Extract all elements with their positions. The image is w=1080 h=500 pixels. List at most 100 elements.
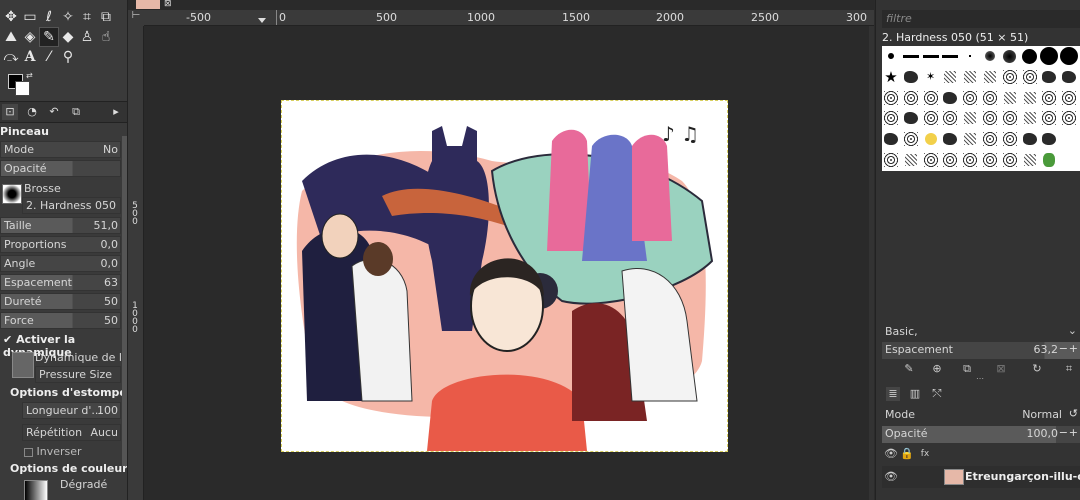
brush-thumbnail[interactable]: [1021, 129, 1039, 149]
layer-visibility-icon[interactable]: 👁: [884, 470, 898, 484]
image-tab-thumbnail[interactable]: ⊠: [136, 0, 176, 10]
opacity-slider[interactable]: Opacité: [0, 160, 121, 177]
brush-thumbnail[interactable]: [961, 46, 979, 66]
text-tool-icon[interactable]: A: [21, 48, 39, 66]
brush-thumbnail[interactable]: [1001, 88, 1019, 108]
brush-preview[interactable]: [2, 184, 22, 204]
fade-length-field[interactable]: Longueur d'... 100: [22, 402, 121, 419]
invert-checkbox[interactable]: Inverser: [24, 445, 82, 458]
spacing-slider[interactable]: Espacement 63: [0, 274, 121, 291]
swap-colors-icon[interactable]: ⇄: [26, 71, 33, 80]
paintbrush-tool-icon[interactable]: ✎: [39, 27, 59, 47]
chevron-down-icon[interactable]: ⌄: [1068, 324, 1077, 337]
brush-thumbnail[interactable]: [941, 150, 959, 170]
dynamics-select[interactable]: Pressure Size: [35, 366, 121, 383]
brush-thumbnail[interactable]: [1021, 88, 1039, 108]
zoom-tool-icon[interactable]: ⚲: [59, 48, 77, 66]
brush-thumbnail[interactable]: [1060, 129, 1078, 149]
plus-icon[interactable]: +: [1069, 342, 1078, 355]
brush-thumbnail[interactable]: [902, 150, 920, 170]
brush-thumbnail[interactable]: [1040, 67, 1058, 87]
dynamics-preview-icon[interactable]: [12, 352, 34, 378]
brush-thumbnail[interactable]: [1040, 88, 1058, 108]
move-tool-icon[interactable]: ✥: [2, 8, 20, 26]
channels-tab-icon[interactable]: ▥: [908, 387, 922, 401]
refresh-brushes-icon[interactable]: ↻: [1030, 362, 1044, 376]
tool-options-scrollbar[interactable]: [122, 136, 127, 466]
force-slider[interactable]: Force 50: [0, 312, 121, 329]
paths-tool-icon[interactable]: ⤼: [2, 48, 20, 66]
brush-thumbnail[interactable]: [882, 88, 900, 108]
new-brush-icon[interactable]: ⊕: [930, 362, 944, 376]
brush-thumbnail[interactable]: [1001, 129, 1019, 149]
brush-thumbnail[interactable]: [1060, 108, 1078, 128]
brush-thumbnail[interactable]: [1021, 67, 1039, 87]
brush-thumbnail[interactable]: [902, 46, 920, 66]
brush-as-image-icon[interactable]: ⌗: [1062, 362, 1076, 376]
brush-thumbnail[interactable]: [981, 88, 999, 108]
warp-tool-icon[interactable]: ⛰: [2, 28, 20, 46]
background-color-swatch[interactable]: [15, 81, 30, 96]
fuzzy-select-tool-icon[interactable]: ✧: [59, 8, 77, 26]
brush-thumbnail[interactable]: [1060, 150, 1078, 170]
brush-preset-field[interactable]: Basic, ⌄: [882, 324, 1080, 341]
brush-thumbnail[interactable]: [882, 46, 900, 66]
brush-thumbnail[interactable]: [902, 129, 920, 149]
layer-opacity-slider[interactable]: Opacité 100,0 − +: [882, 426, 1080, 443]
plus-icon[interactable]: +: [1069, 426, 1078, 439]
color-options-title[interactable]: Options de couleur: [10, 462, 127, 475]
angle-slider[interactable]: Angle 0,0: [0, 255, 121, 272]
transform-tool-icon[interactable]: ⧉: [97, 8, 115, 26]
image-canvas[interactable]: ♪ ♫: [281, 100, 728, 452]
brush-thumbnail[interactable]: [1021, 150, 1039, 170]
quickmask-corner-icon[interactable]: ⊢: [128, 10, 144, 26]
brush-thumbnail[interactable]: [1060, 67, 1078, 87]
visibility-icon[interactable]: 👁: [884, 447, 898, 461]
duplicate-brush-icon[interactable]: ⧉: [960, 362, 974, 376]
brush-thumbnail[interactable]: [902, 88, 920, 108]
rect-select-tool-icon[interactable]: ▭: [21, 8, 39, 26]
smudge-tool-icon[interactable]: ☝: [97, 28, 115, 46]
brush-thumbnail[interactable]: ★: [882, 67, 900, 87]
dock-separator-grip-icon[interactable]: ⋯: [976, 374, 984, 383]
brush-thumbnail[interactable]: [922, 88, 940, 108]
brush-filter-input[interactable]: filtre: [882, 10, 1080, 28]
edit-brush-icon[interactable]: ✎: [902, 362, 916, 376]
brush-thumbnail[interactable]: [902, 67, 920, 87]
close-image-icon[interactable]: ⊠: [164, 0, 174, 9]
canvas-vertical-scrollbar[interactable]: [869, 26, 874, 500]
mode-reset-icon[interactable]: ↺: [1069, 407, 1078, 420]
layer-item[interactable]: 👁 Etreungarçon-illu-chap7: [882, 466, 1080, 488]
fade-options-title[interactable]: Options d'estompeme: [10, 386, 127, 399]
images-tab-icon[interactable]: ⧉: [68, 104, 84, 120]
brush-thumbnail[interactable]: [922, 150, 940, 170]
lasso-tool-icon[interactable]: ℓ: [40, 8, 58, 26]
brush-thumbnail[interactable]: [882, 108, 900, 128]
brush-thumbnail[interactable]: [941, 46, 959, 66]
device-status-tab-icon[interactable]: ◔: [24, 104, 40, 120]
clone-tool-icon[interactable]: ♙: [78, 28, 96, 46]
brush-thumbnail[interactable]: [981, 108, 999, 128]
brush-thumbnail[interactable]: [1040, 46, 1059, 66]
effects-icon[interactable]: fx: [918, 447, 932, 461]
mode-select[interactable]: Mode No: [0, 141, 121, 158]
proportions-slider[interactable]: Proportions 0,0: [0, 236, 121, 253]
brush-thumbnail[interactable]: [882, 150, 900, 170]
brush-thumbnail[interactable]: [1060, 46, 1079, 66]
brush-thumbnail[interactable]: [961, 150, 979, 170]
undo-history-tab-icon[interactable]: ↶: [46, 104, 62, 120]
brush-thumbnail[interactable]: [1001, 150, 1019, 170]
brush-name-field[interactable]: 2. Hardness 050: [22, 197, 121, 214]
brush-thumbnail[interactable]: [961, 108, 979, 128]
brush-thumbnail[interactable]: [882, 129, 900, 149]
layer-mode-select[interactable]: Mode Normal ↺: [882, 407, 1080, 424]
brush-grid[interactable]: ★ ✶: [882, 46, 1080, 171]
brush-thumbnail[interactable]: [922, 108, 940, 128]
brush-thumbnail[interactable]: [981, 150, 999, 170]
brush-thumbnail[interactable]: [981, 67, 999, 87]
brush-thumbnail[interactable]: [961, 129, 979, 149]
tab-menu-icon[interactable]: ▸: [110, 104, 122, 120]
bucket-fill-tool-icon[interactable]: ◈: [21, 28, 39, 46]
brush-thumbnail[interactable]: [1021, 46, 1039, 66]
hardness-slider[interactable]: Dureté 50: [0, 293, 121, 310]
